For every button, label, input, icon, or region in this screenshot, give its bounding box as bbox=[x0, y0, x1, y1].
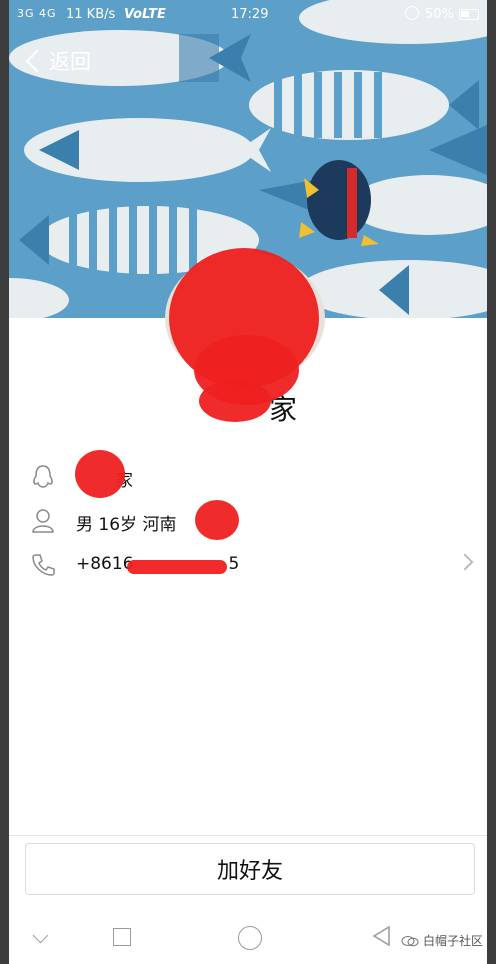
chevron-right-icon bbox=[456, 553, 474, 571]
penguin-outline-icon bbox=[33, 465, 53, 488]
info-row-nickname: 家 bbox=[9, 450, 487, 500]
volte-indicator: VoLTE bbox=[124, 7, 166, 22]
chevron-left-icon bbox=[25, 49, 49, 73]
redaction-mark bbox=[127, 560, 227, 574]
redaction-mark bbox=[75, 450, 125, 498]
battery-percent: 50% bbox=[425, 7, 454, 22]
person-icon bbox=[32, 509, 54, 533]
divider bbox=[9, 835, 487, 836]
info-row-personal: 男 16岁 河南 bbox=[9, 500, 487, 544]
add-friend-button[interactable]: 加好友 bbox=[25, 843, 475, 895]
home-button[interactable] bbox=[238, 926, 262, 950]
watermark: 白帽子社区 bbox=[401, 932, 483, 949]
redaction-mark bbox=[199, 380, 271, 422]
back-triangle-icon[interactable] bbox=[371, 925, 391, 947]
recents-button[interactable] bbox=[113, 928, 131, 946]
rotation-lock-icon bbox=[405, 6, 419, 20]
battery-icon bbox=[459, 9, 479, 20]
phone-icon bbox=[32, 554, 55, 576]
redaction-mark bbox=[195, 500, 239, 540]
gender-age-location: 男 16岁 河南 bbox=[76, 515, 177, 535]
network-speed: 11 KB/s bbox=[66, 7, 116, 22]
clock: 17:29 bbox=[231, 7, 269, 22]
back-label: 返回 bbox=[49, 50, 91, 74]
phone-number-prefix: +8616 bbox=[76, 554, 134, 574]
back-button[interactable]: 返回 bbox=[23, 46, 91, 76]
status-bar: 3G 4G 11 KB/s VoLTE 17:29 50% bbox=[9, 0, 487, 30]
system-navigation-bar: 白帽子社区 bbox=[9, 908, 487, 964]
signal-icon: 3G 4G bbox=[17, 7, 57, 20]
watermark-text: 白帽子社区 bbox=[423, 934, 484, 948]
phone-number-tail: 5 bbox=[228, 554, 240, 574]
wechat-icon bbox=[401, 935, 419, 946]
chevron-down-icon[interactable] bbox=[32, 927, 49, 944]
info-row-phone[interactable]: +8616 5 bbox=[9, 544, 487, 588]
contact-profile-screen: 3G 4G 11 KB/s VoLTE 17:29 50% 返回 家 家 男 1… bbox=[9, 0, 487, 964]
